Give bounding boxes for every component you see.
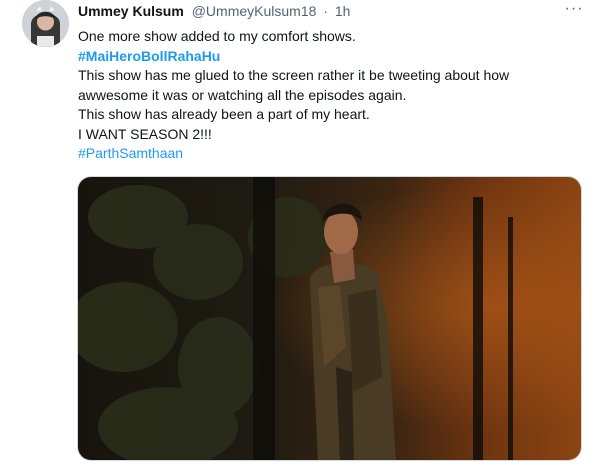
avatar-image: [22, 0, 69, 47]
display-name[interactable]: Ummey Kulsum: [78, 3, 184, 19]
avatar[interactable]: [22, 0, 69, 47]
hashtag-link[interactable]: #ParthSamthaan: [78, 144, 583, 164]
tweet-line: I WANT SEASON 2!!!: [78, 125, 212, 142]
timestamp[interactable]: 1h: [335, 3, 351, 19]
tweet-line: This show has already been a part of my …: [78, 106, 370, 122]
more-horizontal-icon[interactable]: ···: [559, 0, 589, 24]
tweet-line: awwesome it was or watching all the epis…: [78, 86, 407, 103]
tweet-line: This show has me glued to the screen rat…: [78, 67, 510, 83]
tweet-header: Ummey Kulsum @UmmeyKulsum18 · 1h: [78, 2, 350, 20]
hashtag-link[interactable]: #MaiHeroBollRahaHu: [78, 47, 583, 67]
header-separator: ·: [323, 3, 328, 19]
tweet-line: One more show added to my comfort shows.: [78, 28, 356, 44]
tweet-text: One more show added to my comfort shows.…: [78, 27, 583, 164]
tweet-card[interactable]: Ummey Kulsum @UmmeyKulsum18 · 1h ··· One…: [0, 0, 593, 470]
user-handle[interactable]: @UmmeyKulsum18: [192, 3, 317, 19]
media-photo: [78, 177, 581, 460]
tweet-media-image[interactable]: [77, 176, 582, 461]
